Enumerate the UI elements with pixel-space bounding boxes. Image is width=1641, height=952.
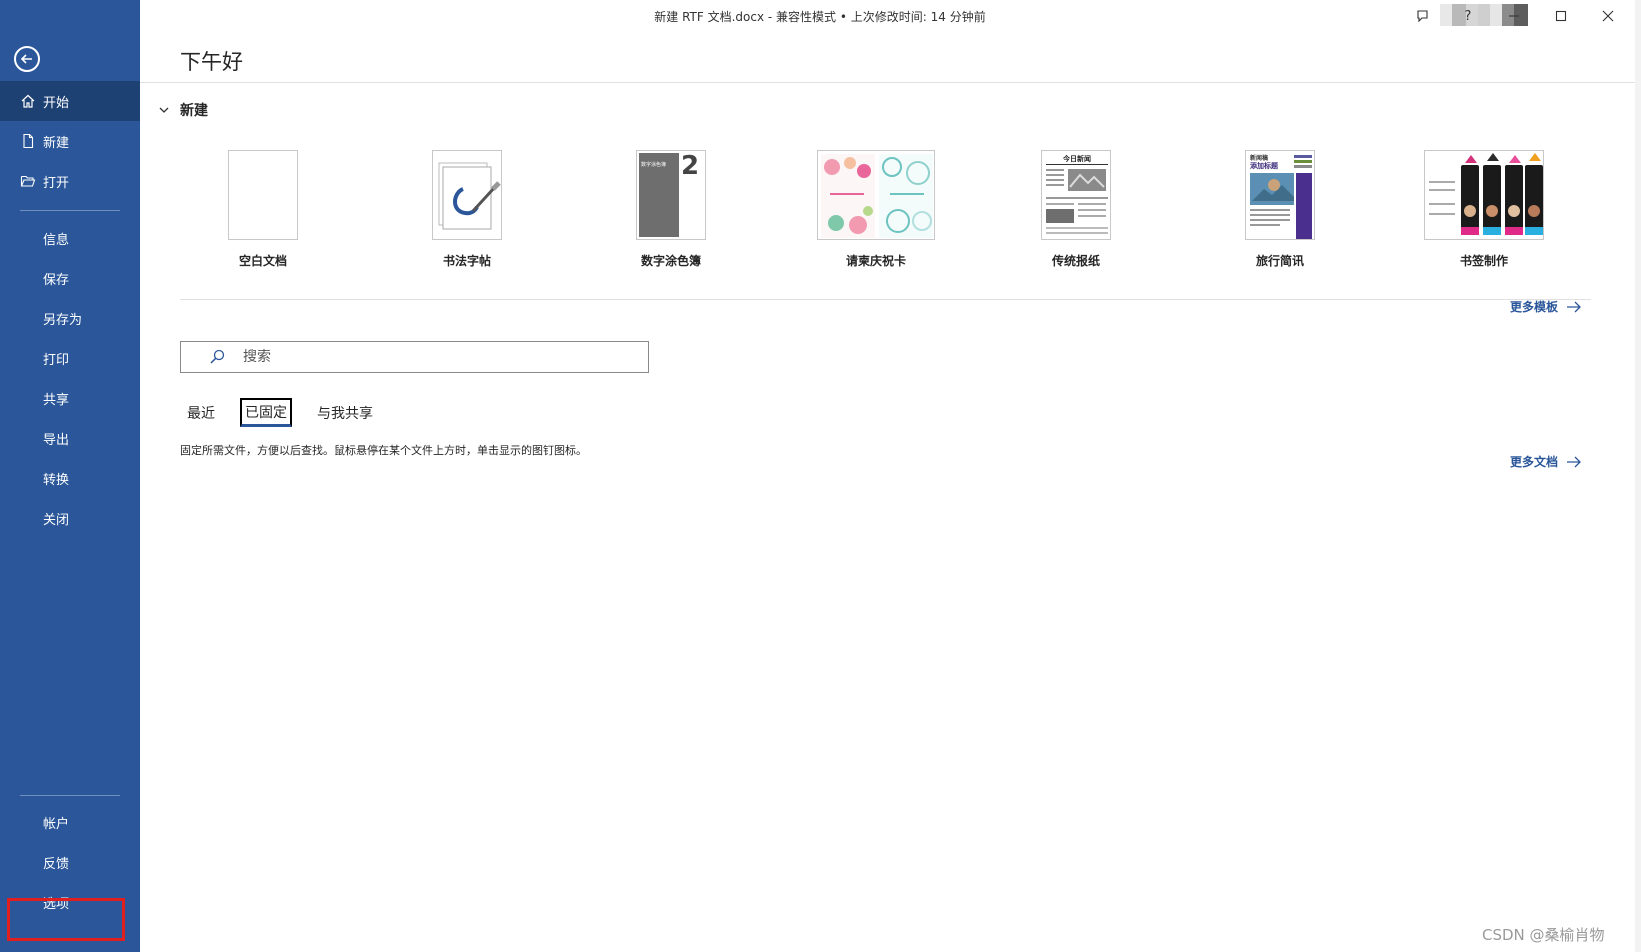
sidebar-item-save-as[interactable]: 另存为 <box>0 298 140 338</box>
template-invitation-card[interactable]: 请柬庆祝卡 <box>786 150 966 269</box>
sidebar-item-label: 转换 <box>43 472 70 488</box>
sidebar-item-print[interactable]: 打印 <box>0 338 140 378</box>
help-button[interactable]: ? <box>1450 4 1486 28</box>
template-label: 旅行简讯 <box>1255 254 1304 268</box>
minimize-icon[interactable] <box>1496 4 1532 28</box>
sidebar-item-label: 开始 <box>43 95 70 111</box>
sidebar-item-close[interactable]: 关闭 <box>0 498 140 538</box>
template-label: 传统报纸 <box>1051 254 1100 268</box>
sidebar-item-label: 另存为 <box>43 312 83 328</box>
divider <box>180 299 1591 300</box>
template-thumbnail: 新闻稿 添加标题 <box>1245 150 1315 240</box>
template-thumbnail: 数字涂色簿 2 <box>636 150 706 240</box>
back-arrow-icon[interactable] <box>14 46 40 72</box>
sidebar-item-transform[interactable]: 转换 <box>0 458 140 498</box>
comments-icon[interactable] <box>1404 4 1440 28</box>
sidebar-item-home[interactable]: 开始 <box>0 81 140 121</box>
backstage-main: 下午好 新建 空白文档 书法字帖 数字涂色簿 2 数字涂色簿 请柬庆祝卡 今日新… <box>140 32 1641 952</box>
template-label: 数字涂色簿 <box>640 254 701 268</box>
window-right-edge <box>1635 0 1641 952</box>
sidebar-item-label: 新建 <box>43 135 70 151</box>
sidebar-item-label: 信息 <box>43 232 70 248</box>
document-title: 新建 RTF 文档.docx - 兼容性模式 • 上次修改时间: 14 分钟前 <box>654 10 986 24</box>
sidebar-item-label: 打开 <box>43 175 70 191</box>
word-backstage-window: 开始 新建 打开 信息 保存 另存为 打印 共享 导出 转换 关闭 帐户 反馈 … <box>0 0 1641 952</box>
template-thumbnail <box>1424 150 1544 240</box>
sidebar-item-account[interactable]: 帐户 <box>0 802 140 842</box>
template-label: 请柬庆祝卡 <box>845 254 906 268</box>
template-label: 空白文档 <box>238 254 287 268</box>
pinned-hint-text: 固定所需文件，方便以后查找。鼠标悬停在某个文件上方时，单击显示的图钉图标。 <box>180 444 587 457</box>
template-thumbnail <box>432 150 502 240</box>
options-highlight-box <box>7 898 125 941</box>
thumbnail-number: 2 <box>681 151 700 181</box>
template-blank-document[interactable]: 空白文档 <box>178 150 348 269</box>
thumbnail-text: 数字涂色簿 <box>641 162 667 168</box>
backstage-sidebar: 开始 新建 打开 信息 保存 另存为 打印 共享 导出 转换 关闭 帐户 反馈 … <box>0 0 140 952</box>
sidebar-item-label: 共享 <box>43 392 70 408</box>
divider <box>140 82 1641 83</box>
new-section-toggle[interactable]: 新建 <box>158 100 208 120</box>
template-label: 书签制作 <box>1459 254 1508 268</box>
sidebar-item-label: 帐户 <box>43 816 70 832</box>
template-thumbnail: 今日新闻 <box>1041 150 1111 240</box>
template-travel-newsletter[interactable]: 新闻稿 添加标题 旅行简讯 <box>1195 150 1365 269</box>
sidebar-item-label: 导出 <box>43 432 70 448</box>
sidebar-divider <box>20 210 120 211</box>
sidebar-item-open[interactable]: 打开 <box>0 161 140 201</box>
search-input[interactable] <box>243 349 623 365</box>
more-documents-link[interactable]: 更多文档 <box>1510 453 1582 470</box>
title-bar: 新建 RTF 文档.docx - 兼容性模式 • 上次修改时间: 14 分钟前 … <box>140 0 1641 32</box>
new-document-icon <box>19 132 37 150</box>
watermark-text: CSDN @桑榆肖物 <box>1482 926 1605 944</box>
chevron-down-icon <box>159 107 169 113</box>
more-documents-label: 更多文档 <box>1510 455 1559 469</box>
arrow-right-icon <box>1567 456 1581 467</box>
more-templates-link[interactable]: 更多模板 <box>1510 298 1582 315</box>
tab-shared-with-me[interactable]: 与我共享 <box>314 401 376 425</box>
template-bookmark[interactable]: 书签制作 <box>1394 150 1574 269</box>
template-coloring-book[interactable]: 数字涂色簿 2 数字涂色簿 <box>586 150 756 269</box>
sidebar-item-export[interactable]: 导出 <box>0 418 140 458</box>
sidebar-item-label: 保存 <box>43 272 70 288</box>
new-section-label: 新建 <box>180 103 208 119</box>
maximize-icon[interactable] <box>1543 4 1579 28</box>
template-thumbnail <box>228 150 298 240</box>
sidebar-item-label: 反馈 <box>43 856 70 872</box>
template-thumbnail <box>817 150 935 240</box>
page-title: 下午好 <box>180 50 243 74</box>
document-tabs: 最近 已固定 与我共享 <box>184 398 398 427</box>
search-icon <box>210 349 225 364</box>
open-folder-icon <box>19 172 37 190</box>
sidebar-item-save[interactable]: 保存 <box>0 258 140 298</box>
sidebar-item-feedback[interactable]: 反馈 <box>0 842 140 882</box>
tab-pinned[interactable]: 已固定 <box>240 398 292 427</box>
sidebar-item-new[interactable]: 新建 <box>0 121 140 161</box>
sidebar-item-label: 打印 <box>43 352 70 368</box>
tab-recent[interactable]: 最近 <box>184 401 218 425</box>
home-icon <box>19 92 37 110</box>
sidebar-item-share[interactable]: 共享 <box>0 378 140 418</box>
template-label: 书法字帖 <box>442 254 491 268</box>
sidebar-item-info[interactable]: 信息 <box>0 218 140 258</box>
sidebar-divider <box>20 795 120 796</box>
more-templates-label: 更多模板 <box>1510 300 1559 314</box>
template-newspaper[interactable]: 今日新闻 传统报纸 <box>991 150 1161 269</box>
arrow-right-icon <box>1567 301 1581 312</box>
search-input-container[interactable] <box>180 341 649 373</box>
template-calligraphy[interactable]: 书法字帖 <box>382 150 552 269</box>
close-icon[interactable] <box>1590 4 1626 28</box>
sidebar-item-label: 关闭 <box>43 512 70 528</box>
